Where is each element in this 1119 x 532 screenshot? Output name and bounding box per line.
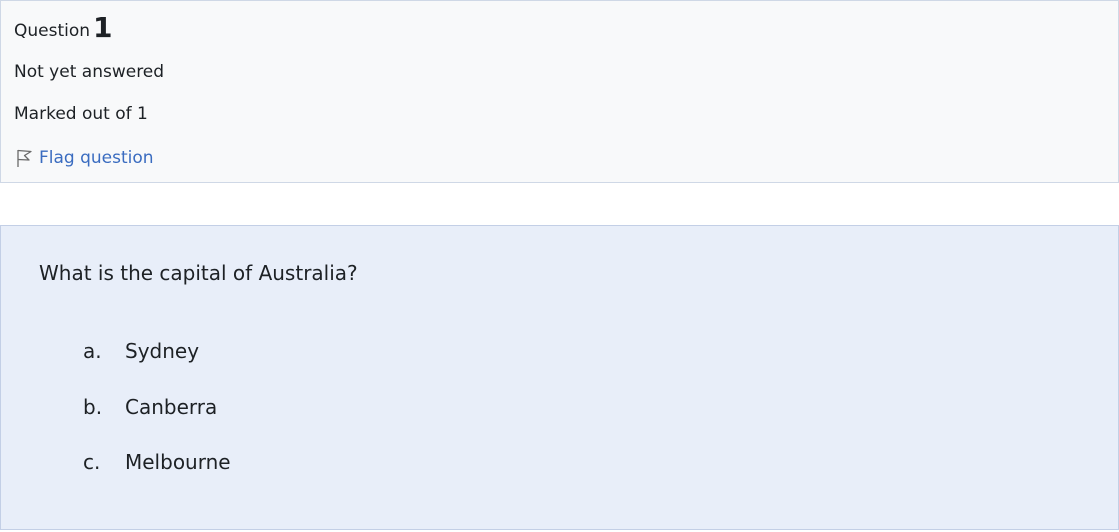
answer-letter: a. <box>83 339 102 363</box>
question-content-panel: What is the capital of Australia? a. Syd… <box>0 225 1119 530</box>
question-info-panel: Question 1 Not yet answered Marked out of… <box>0 0 1119 183</box>
answer-list: a. Sydney b. Canberra c. Melbourne <box>83 336 231 503</box>
flag-icon <box>15 148 33 168</box>
question-heading: Question 1 <box>14 11 113 48</box>
answer-letter: b. <box>83 394 103 419</box>
answer-option-melbourne[interactable]: c. Melbourne <box>83 447 231 477</box>
answer-label: Canberra <box>125 394 218 419</box>
answer-label: Melbourne <box>125 450 231 474</box>
flag-question-label: Flag question <box>39 148 154 168</box>
question-number: 1 <box>93 11 113 44</box>
question-state: Not yet answered <box>14 62 165 82</box>
question-text: What is the capital of Australia? <box>39 261 358 285</box>
answer-option-sydney[interactable]: a. Sydney <box>83 336 231 366</box>
flag-question-link[interactable]: Flag question <box>15 146 154 170</box>
question-grade: Marked out of 1 <box>14 104 148 124</box>
question-word: Question <box>14 21 91 41</box>
answer-letter: c. <box>83 450 101 474</box>
answer-label: Sydney <box>125 339 200 363</box>
answer-option-canberra[interactable]: b. Canberra <box>83 392 231 422</box>
